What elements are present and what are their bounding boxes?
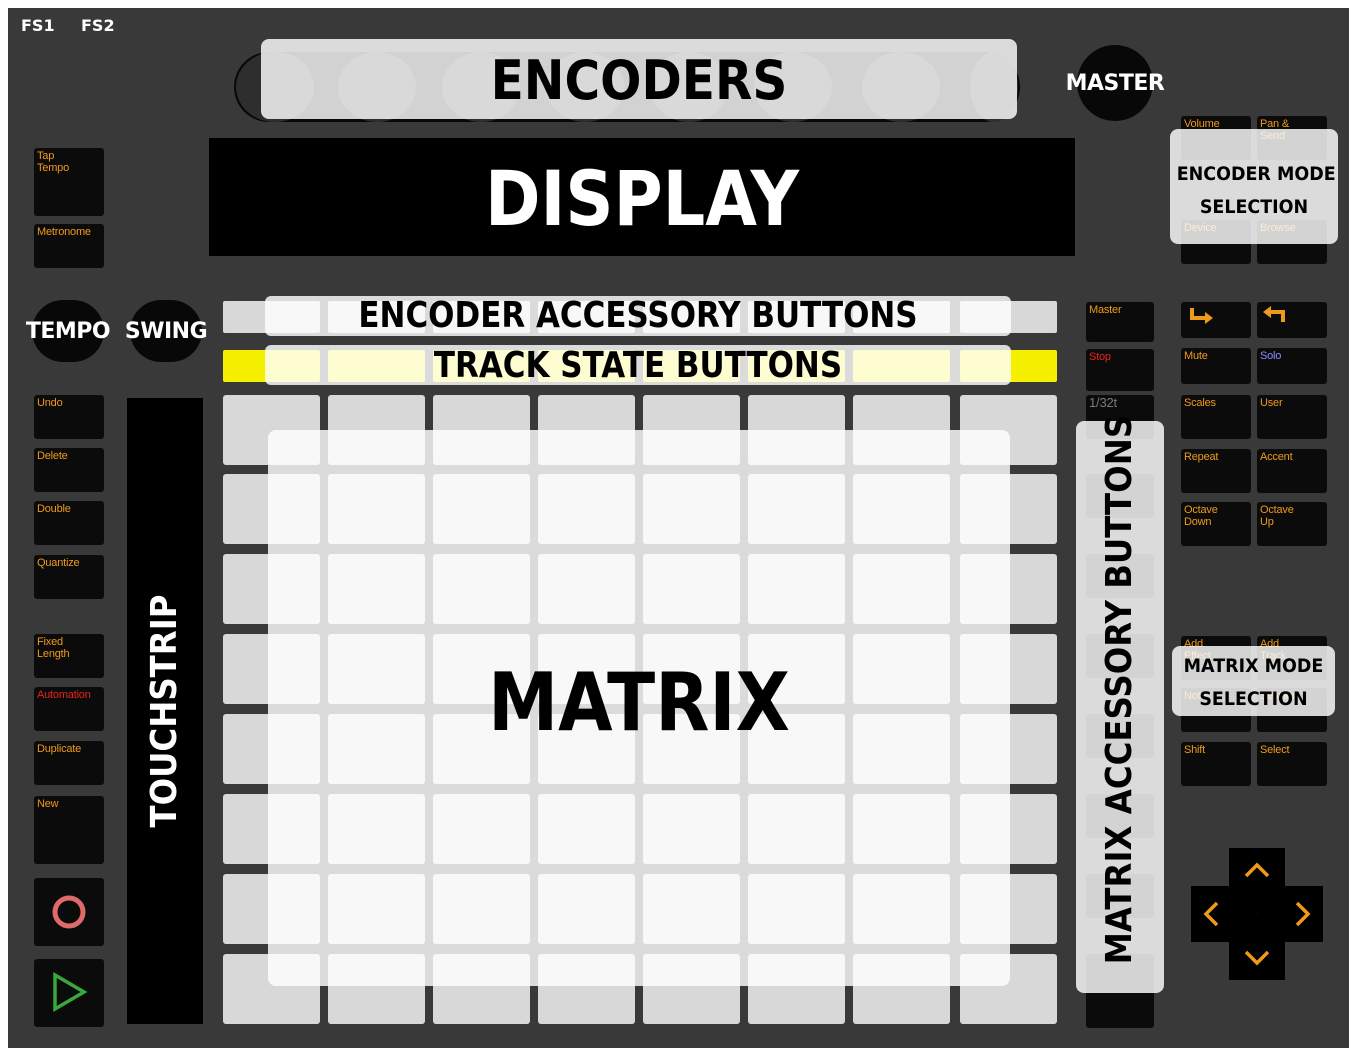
scales-button[interactable]: Scales: [1181, 395, 1251, 439]
master-button[interactable]: Master: [1086, 302, 1154, 342]
repeat-button[interactable]: Repeat: [1181, 449, 1251, 493]
duplicate-button[interactable]: Duplicate: [34, 741, 104, 785]
fixed-length-button[interactable]: Fixed Length: [34, 634, 104, 678]
swing-knob[interactable]: SWING: [125, 300, 208, 362]
record-button[interactable]: [34, 878, 104, 946]
footswitch-1-label: FS1: [21, 16, 55, 35]
automation-button[interactable]: Automation: [34, 687, 104, 731]
encoder-mode-title-line2: SELECTION: [1199, 196, 1309, 218]
quantize-button[interactable]: Quantize: [34, 555, 104, 599]
matrix-mode-title-line2: SELECTION: [1199, 688, 1308, 710]
encoders-title: ENCODERS: [490, 49, 788, 112]
matrix-title: MATRIX: [488, 656, 790, 749]
screenshot-root: FS1 FS2 ENCODERS MASTER Tap Tempo Metron…: [0, 0, 1351, 1059]
new-line-button[interactable]: [1181, 302, 1251, 338]
mute-button[interactable]: Mute: [1181, 348, 1251, 384]
dpad-down-icon[interactable]: [1191, 848, 1323, 980]
solo-button[interactable]: Solo: [1257, 348, 1327, 384]
double-button[interactable]: Double: [34, 501, 104, 545]
display-title: DISPLAY: [485, 154, 799, 243]
master-knob[interactable]: MASTER: [1066, 45, 1165, 121]
play-button[interactable]: [34, 959, 104, 1027]
undo-button[interactable]: Undo: [34, 395, 104, 439]
matrix-mode-title-line1: MATRIX MODE: [1183, 655, 1324, 677]
touchstrip-title: TOUCHSTRIP: [144, 594, 185, 828]
controller-body: FS1 FS2 ENCODERS MASTER Tap Tempo Metron…: [8, 8, 1349, 1048]
encoder-accessory-title: ENCODER ACCESSORY BUTTONS: [358, 295, 918, 336]
octave-up-button[interactable]: Octave Up: [1257, 502, 1327, 546]
undo-arrow-button[interactable]: [1257, 302, 1327, 338]
dpad: [1191, 848, 1323, 980]
tap-tempo-button[interactable]: Tap Tempo: [34, 148, 104, 216]
accent-button[interactable]: Accent: [1257, 449, 1327, 493]
arrow-return-left-icon: [1263, 306, 1285, 322]
metronome-button[interactable]: Metronome: [34, 224, 104, 268]
shift-button[interactable]: Shift: [1181, 742, 1251, 786]
encoder-mode-title-line1: ENCODER MODE: [1176, 163, 1336, 185]
delete-button[interactable]: Delete: [34, 448, 104, 492]
stop-button[interactable]: Stop: [1086, 349, 1154, 391]
footswitch-2-label: FS2: [81, 16, 115, 35]
play-icon: [53, 971, 88, 1013]
new-button[interactable]: New: [34, 796, 104, 864]
arrow-down-right-icon: [1190, 308, 1213, 324]
matrix-accessory-title: MATRIX ACCESSORY BUTTONS: [1099, 414, 1140, 965]
user-button[interactable]: User: [1257, 395, 1327, 439]
select-button[interactable]: Select: [1257, 742, 1327, 786]
record-icon: [52, 895, 86, 929]
tempo-knob[interactable]: TEMPO: [26, 300, 111, 362]
octave-down-button[interactable]: Octave Down: [1181, 502, 1251, 546]
track-state-title: TRACK STATE BUTTONS: [433, 345, 843, 386]
